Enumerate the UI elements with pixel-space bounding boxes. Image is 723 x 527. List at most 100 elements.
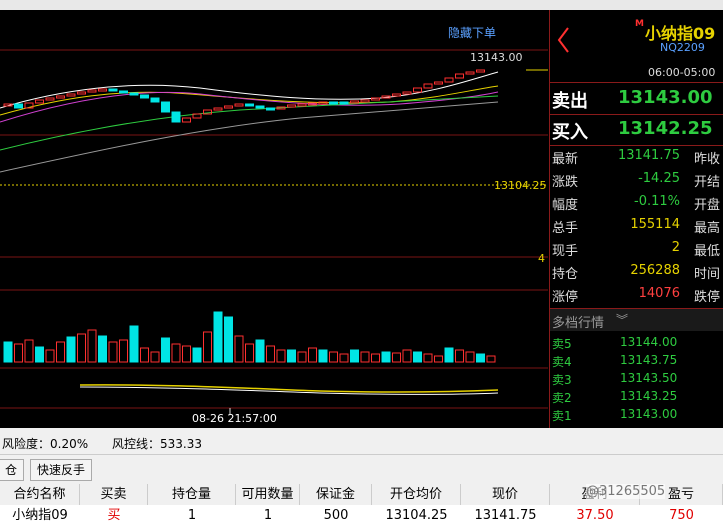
volume-bar [381, 351, 391, 363]
symbol-code: NQ2209 [660, 41, 705, 54]
candle [35, 99, 44, 104]
candle [66, 93, 76, 97]
volume-bar [266, 345, 275, 363]
depth-row[interactable]: 卖1 13143.00 [550, 407, 723, 425]
quote-row-value: 13141.75 [617, 148, 680, 163]
table-cell[interactable]: 1 [236, 505, 300, 527]
quote-row-label: 涨停 [552, 290, 579, 305]
candle [245, 103, 254, 107]
quote-panel: M 小纳指09 NQ2209 06:00-05:00 卖出 13143.00 买… [549, 10, 723, 428]
candle [108, 88, 118, 92]
sell-label: 卖出 [552, 91, 588, 112]
volume-bar [140, 347, 149, 363]
depth-row[interactable]: 卖3 13143.50 [550, 371, 723, 389]
quote-row-right-label: 最高 [694, 221, 721, 236]
quote-row: 总手 155114 最高 [550, 217, 723, 240]
watermark: @31265505 [586, 484, 666, 499]
table-header[interactable]: 现价 [461, 484, 550, 506]
candle [297, 103, 307, 107]
volume-bar [287, 349, 296, 363]
close-position-button[interactable]: 仓 [0, 459, 25, 481]
quote-row-label: 涨跌 [552, 175, 579, 190]
candle [56, 95, 65, 99]
volume-bar [14, 343, 23, 363]
volume-bar [203, 331, 212, 363]
depth-row[interactable]: 卖5 13144.00 [550, 335, 723, 353]
table-cell[interactable]: 13104.25 [372, 505, 461, 527]
volume-bar [171, 343, 181, 363]
table-header[interactable]: 保证金 [300, 484, 372, 506]
depth-header[interactable]: 多档行情 ︾ [550, 308, 723, 331]
table-header[interactable]: 开仓均价 [372, 484, 461, 506]
candle [87, 89, 97, 93]
quote-row-label: 总手 [552, 221, 579, 236]
volume-bar [119, 339, 128, 363]
volume-bar [413, 351, 422, 363]
table-cell[interactable]: 500 [300, 505, 372, 527]
candle [255, 105, 265, 109]
risk-label: 风险度： [2, 437, 51, 451]
quote-row: 现手 2 最低 [550, 240, 723, 263]
table-header[interactable]: 持仓量 [148, 484, 236, 506]
table-header[interactable]: 买卖 [80, 484, 148, 506]
quote-row: 涨跌 -14.25 开结 [550, 171, 723, 194]
chart-canvas [0, 49, 548, 415]
ma-line-gray [0, 101, 499, 173]
buy-price[interactable]: 13142.25 [618, 118, 713, 139]
table-header[interactable]: 可用数量 [236, 484, 300, 506]
volume-bar [465, 351, 475, 363]
candlestick-chart[interactable]: 隐藏下单 13143.00 13104.25 4 08-26 21:57:00 [0, 10, 548, 428]
quote-row-right-label: 开盘 [694, 198, 721, 213]
quote-row-value: -0.11% [634, 194, 680, 209]
candle [476, 69, 485, 73]
hide-order-link[interactable]: 隐藏下单 [448, 24, 496, 41]
quote-row-label: 现手 [552, 244, 579, 259]
quote-row: 持仓 256288 时间 [550, 263, 723, 286]
back-arrow-icon[interactable] [556, 26, 570, 54]
depth-row[interactable]: 卖2 13143.25 [550, 389, 723, 407]
quick-reverse-button[interactable]: 快速反手 [30, 459, 93, 481]
candle [161, 101, 170, 113]
candle [444, 77, 454, 83]
volume-bar [77, 333, 86, 363]
candle [234, 103, 244, 107]
volume-bar [98, 335, 107, 363]
table-cell[interactable]: 买 [80, 505, 148, 527]
candle [350, 100, 359, 104]
table-cell[interactable]: 小纳指09 [0, 505, 80, 527]
indicator-line-yellow [79, 384, 499, 393]
sell-price[interactable]: 13143.00 [618, 87, 713, 108]
candle [213, 107, 223, 111]
depth-row-price: 13143.25 [620, 389, 678, 403]
table-header[interactable]: 合约名称 [0, 484, 80, 506]
quote-row-label: 最新 [552, 152, 579, 167]
candle [150, 97, 160, 103]
depth-row-label: 卖3 [552, 373, 572, 387]
table-cell[interactable]: 1 [148, 505, 236, 527]
volume-bar [224, 316, 233, 363]
table-cell[interactable]: 750 [640, 505, 723, 527]
depth-row[interactable]: 卖4 13143.75 [550, 353, 723, 371]
high-price-label: 13143.00 [470, 51, 523, 64]
volume-bar [182, 345, 191, 363]
depth-row-price: 13143.75 [620, 353, 678, 367]
market-badge: M [635, 19, 644, 29]
cost-price-label: 13104.25 [494, 179, 547, 192]
volume-bar [150, 351, 160, 363]
candle [371, 97, 380, 101]
time-label: 08-26 21:57:00 [192, 412, 277, 425]
volume-bar [35, 346, 44, 363]
top-toolbar [0, 0, 723, 10]
volume-bar [3, 341, 13, 363]
table-cell[interactable]: 13141.75 [461, 505, 550, 527]
chevron-down-icon[interactable]: ︾ [616, 311, 628, 328]
candle [14, 103, 23, 109]
quote-row: 涨停 14076 跌停 [550, 286, 723, 309]
candle [224, 105, 233, 109]
volume-bar [486, 355, 496, 363]
quote-row-value: 155114 [630, 217, 680, 232]
candle [339, 101, 349, 105]
depth-row-price: 13144.00 [620, 335, 678, 349]
table-cell[interactable]: 37.50 [550, 505, 640, 527]
volume-bar [339, 353, 349, 363]
